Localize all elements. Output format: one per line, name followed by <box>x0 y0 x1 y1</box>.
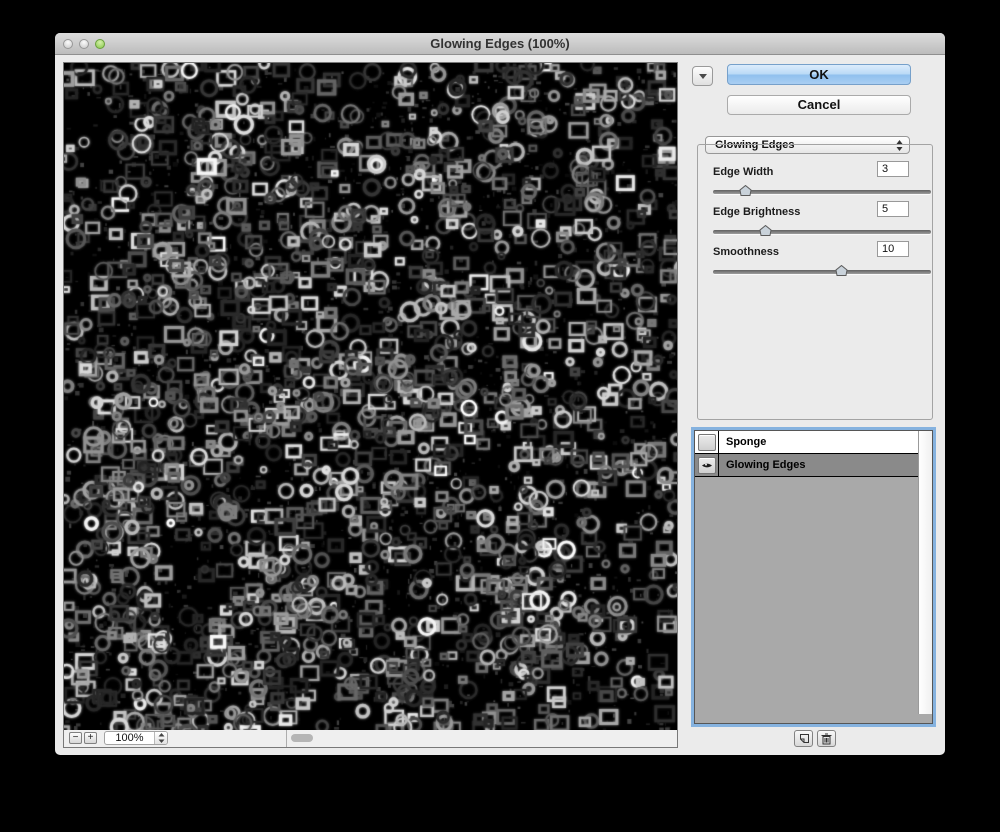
slider-value-input[interactable] <box>877 161 909 177</box>
cancel-button[interactable]: Cancel <box>727 95 911 115</box>
filter-preview-canvas[interactable] <box>64 63 677 730</box>
list-vertical-scrollbar[interactable] <box>918 431 932 714</box>
slider-thumb[interactable] <box>759 223 772 234</box>
ok-button[interactable]: OK <box>727 64 911 85</box>
zoom-out-button[interactable]: − <box>69 732 82 744</box>
slider-track[interactable] <box>713 230 931 234</box>
slider-track[interactable] <box>713 270 931 274</box>
slider-thumb[interactable] <box>835 263 848 274</box>
preview-status-strip: − + 100% <box>64 730 677 747</box>
slider-label: Edge Brightness <box>713 206 800 218</box>
visibility-toggle[interactable] <box>698 457 716 474</box>
trash-icon <box>821 733 832 745</box>
new-effect-layer-button[interactable] <box>794 730 813 747</box>
list-item[interactable]: Glowing Edges <box>695 454 932 477</box>
layer-name: Glowing Edges <box>719 454 805 476</box>
slider-value-input[interactable] <box>877 241 909 257</box>
zoom-level-field[interactable]: 100% <box>104 731 168 745</box>
zoom-window-button[interactable] <box>95 39 105 49</box>
close-button[interactable] <box>63 39 73 49</box>
minimize-button[interactable] <box>79 39 89 49</box>
zoom-level-value: 100% <box>105 732 154 744</box>
layer-name: Sponge <box>719 431 766 453</box>
horizontal-scrollbar-thumb[interactable] <box>291 734 313 742</box>
scrollbar-divider <box>286 730 287 747</box>
delete-effect-layer-button[interactable] <box>817 730 836 747</box>
triangle-down-icon <box>699 74 707 79</box>
eye-icon <box>701 461 713 470</box>
new-layer-icon <box>798 733 810 745</box>
glowing-edges-dialog: Glowing Edges (100%) − + 100% <box>55 33 945 755</box>
effect-layer-list: Sponge Glowing Edges <box>694 430 933 724</box>
filter-options-group: Edge Width Edge Brightness Smoothness <box>697 144 933 420</box>
slider-value-input[interactable] <box>877 201 909 217</box>
slider-thumb[interactable] <box>739 183 752 194</box>
chevron-up-down-icon <box>158 733 165 743</box>
title-bar[interactable]: Glowing Edges (100%) <box>55 33 945 55</box>
slider-label: Edge Width <box>713 166 773 178</box>
zoom-in-button[interactable]: + <box>84 732 97 744</box>
visibility-toggle[interactable] <box>698 434 716 451</box>
window-title: Glowing Edges (100%) <box>55 33 945 54</box>
visibility-cell <box>695 431 719 453</box>
list-item[interactable]: Sponge <box>695 431 932 454</box>
visibility-cell <box>695 454 719 476</box>
zoom-stepper[interactable] <box>154 732 167 744</box>
slider-label: Smoothness <box>713 246 779 258</box>
disclosure-button[interactable] <box>692 66 713 86</box>
filter-preview-panel: − + 100% <box>63 62 678 748</box>
